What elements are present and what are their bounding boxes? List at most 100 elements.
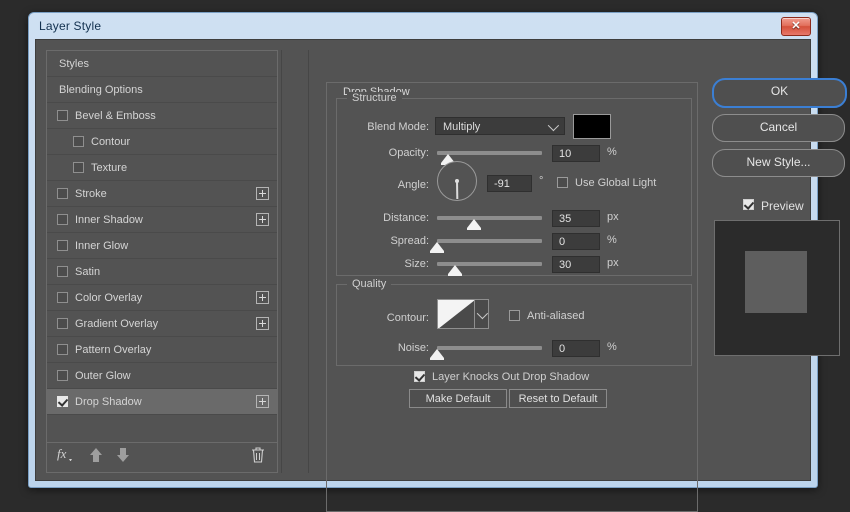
styles-list-footer: fx <box>47 442 277 472</box>
close-icon: ✕ <box>782 18 810 35</box>
anti-aliased-label: Anti-aliased <box>527 310 584 322</box>
styles-panel: StylesBlending OptionsBevel & Emboss Cont… <box>46 50 278 473</box>
move-down-icon[interactable] <box>116 447 130 466</box>
make-default-button[interactable]: Make Default <box>409 389 507 408</box>
noise-input[interactable]: 0 <box>552 340 600 357</box>
style-row[interactable]: Outer Glow <box>47 363 277 389</box>
distance-slider-thumb[interactable] <box>467 219 481 228</box>
arrow-down-glyph <box>116 447 130 463</box>
style-row[interactable]: Stroke <box>47 181 277 207</box>
contour-dropdown-button[interactable] <box>475 299 489 329</box>
add-effect-icon[interactable] <box>256 317 269 330</box>
style-enable-checkbox[interactable] <box>57 344 68 355</box>
panel-divider-1 <box>281 50 282 473</box>
size-label: Size: <box>337 258 429 270</box>
distance-input[interactable]: 35 <box>552 210 600 227</box>
anti-aliased-checkbox[interactable] <box>509 310 520 321</box>
preview-checkbox[interactable] <box>743 199 754 210</box>
style-enable-checkbox[interactable] <box>57 318 68 329</box>
spread-slider-track[interactable] <box>437 239 542 243</box>
style-row-label: Outer Glow <box>75 370 131 382</box>
style-enable-checkbox[interactable] <box>57 370 68 381</box>
ok-button[interactable]: OK <box>712 78 847 108</box>
cancel-button[interactable]: Cancel <box>712 114 845 142</box>
style-enable-checkbox[interactable] <box>57 110 68 121</box>
add-effect-icon[interactable] <box>256 395 269 408</box>
add-effect-icon[interactable] <box>256 187 269 200</box>
size-slider-thumb[interactable] <box>448 265 462 274</box>
style-enable-checkbox[interactable] <box>57 396 68 407</box>
style-enable-checkbox[interactable] <box>57 266 68 277</box>
style-row[interactable]: Satin <box>47 259 277 285</box>
style-row-label: Texture <box>91 162 127 174</box>
quality-title: Quality <box>347 278 391 290</box>
angle-dial[interactable] <box>437 161 477 201</box>
reset-to-default-button[interactable]: Reset to Default <box>509 389 607 408</box>
style-row[interactable]: Drop Shadow <box>47 389 277 415</box>
close-button[interactable]: ✕ <box>781 17 811 36</box>
style-row-label: Contour <box>91 136 130 148</box>
size-unit: px <box>607 257 619 269</box>
style-row-label: Inner Shadow <box>75 214 143 226</box>
opacity-unit: % <box>607 146 617 158</box>
preview-label: Preview <box>761 199 804 213</box>
style-row[interactable]: Gradient Overlay <box>47 311 277 337</box>
noise-unit: % <box>607 341 617 353</box>
new-style-button[interactable]: New Style... <box>712 149 845 177</box>
spread-slider-thumb[interactable] <box>430 242 444 251</box>
preview-shape <box>745 251 807 313</box>
svg-text:fx: fx <box>57 446 67 461</box>
angle-unit: ° <box>539 175 543 187</box>
blend-mode-select[interactable]: Multiply <box>435 117 565 135</box>
style-enable-checkbox[interactable] <box>57 214 68 225</box>
style-row-label: Color Overlay <box>75 292 142 304</box>
style-enable-checkbox[interactable] <box>57 292 68 303</box>
noise-label: Noise: <box>337 342 429 354</box>
shadow-color-swatch[interactable] <box>573 114 611 139</box>
style-row-label: Gradient Overlay <box>75 318 158 330</box>
fx-glyph: fx <box>57 446 73 461</box>
style-row[interactable]: Inner Glow <box>47 233 277 259</box>
delete-icon[interactable] <box>251 447 265 467</box>
style-enable-checkbox[interactable] <box>73 162 84 173</box>
opacity-input[interactable]: 10 <box>552 145 600 162</box>
style-enable-checkbox[interactable] <box>57 240 68 251</box>
style-row[interactable]: Styles <box>47 51 277 77</box>
arrow-up-glyph <box>89 447 103 463</box>
move-up-icon[interactable] <box>89 447 103 466</box>
spread-unit: % <box>607 234 617 246</box>
style-enable-checkbox[interactable] <box>73 136 84 147</box>
style-row[interactable]: Blending Options <box>47 77 277 103</box>
quality-group: Quality Contour: Anti-aliased Noise: 0 % <box>336 284 692 366</box>
opacity-label: Opacity: <box>337 147 429 159</box>
size-input[interactable]: 30 <box>552 256 600 273</box>
add-effect-icon[interactable] <box>256 213 269 226</box>
distance-slider-track[interactable] <box>437 216 542 220</box>
style-row[interactable]: Color Overlay <box>47 285 277 311</box>
style-row[interactable]: Bevel & Emboss <box>47 103 277 129</box>
distance-unit: px <box>607 211 619 223</box>
contour-preview[interactable] <box>437 299 475 329</box>
style-row[interactable]: Contour <box>47 129 277 155</box>
noise-slider-thumb[interactable] <box>430 349 444 358</box>
styles-list[interactable]: StylesBlending OptionsBevel & Emboss Cont… <box>47 51 277 444</box>
layer-style-window: Layer Style ✕ StylesBlending OptionsBeve… <box>28 12 818 488</box>
angle-input[interactable]: -91 <box>487 175 532 192</box>
angle-dial-hand <box>456 181 458 199</box>
noise-slider-track[interactable] <box>437 346 542 350</box>
style-enable-checkbox[interactable] <box>57 188 68 199</box>
spread-input[interactable]: 0 <box>552 233 600 250</box>
add-effect-icon[interactable] <box>256 291 269 304</box>
style-row[interactable]: Texture <box>47 155 277 181</box>
style-row-label: Inner Glow <box>75 240 128 252</box>
contour-curve-icon <box>438 300 475 329</box>
style-row[interactable]: Pattern Overlay <box>47 337 277 363</box>
structure-group: Structure Blend Mode: Multiply Opacity: … <box>336 98 692 276</box>
use-global-light-checkbox[interactable] <box>557 177 568 188</box>
fx-icon[interactable]: fx <box>57 446 73 466</box>
layer-knocks-out-checkbox[interactable] <box>414 371 425 382</box>
contour-label: Contour: <box>337 312 429 324</box>
blend-mode-label: Blend Mode: <box>337 121 429 133</box>
style-row[interactable]: Inner Shadow <box>47 207 277 233</box>
panel-divider-2 <box>308 50 309 473</box>
